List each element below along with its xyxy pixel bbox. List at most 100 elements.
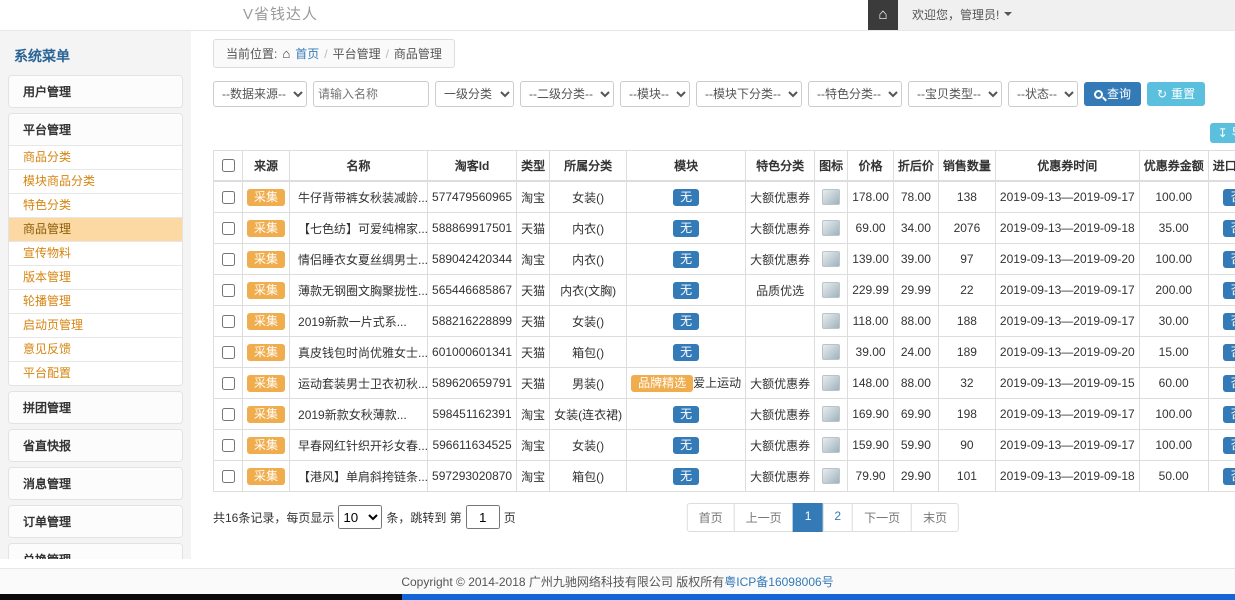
page-button[interactable]: 2 [822, 503, 853, 532]
import-select-toggle[interactable]: 否 [1223, 375, 1235, 392]
col-name: 名称 [290, 151, 428, 182]
icp-link[interactable]: 粤ICP备16098006号 [724, 575, 833, 589]
col-source: 来源 [243, 151, 290, 182]
item-type-filter[interactable]: --宝贝类型-- [908, 81, 1002, 107]
sidebar-sub-item[interactable]: 商品分类 [9, 145, 182, 169]
import-select-toggle[interactable]: 否 [1223, 189, 1235, 206]
product-image [822, 375, 840, 391]
row-checkbox[interactable] [222, 191, 235, 204]
page-button[interactable]: 1 [793, 503, 824, 532]
import-select-toggle[interactable]: 否 [1223, 468, 1235, 485]
row-checkbox[interactable] [222, 222, 235, 235]
table-row: 采集【港风】单肩斜挎链条...597293020870淘宝箱包()无大额优惠券7… [214, 461, 1235, 492]
page-button[interactable]: 末页 [911, 503, 959, 532]
source-badge: 采集 [247, 468, 285, 485]
sidebar-panel: 兑换管理 [8, 543, 183, 559]
sidebar-sub-item[interactable]: 宣传物料 [9, 241, 182, 265]
user-menu[interactable]: 欢迎您，管理员! [898, 0, 1235, 30]
reset-button[interactable]: ↻ 重置 [1147, 82, 1205, 106]
breadcrumb-separator: / [324, 47, 327, 61]
sidebar-sub-item[interactable]: 平台配置 [9, 361, 182, 385]
sidebar-group-item[interactable]: 订单管理 [9, 506, 182, 537]
sidebar-panel: 省直快报 [8, 429, 183, 462]
import-select-toggle[interactable]: 否 [1223, 282, 1235, 299]
sidebar-group-item[interactable]: 用户管理 [9, 76, 182, 107]
per-page-select[interactable]: 10 [338, 505, 382, 529]
module-badge: 品牌精选 [631, 375, 693, 392]
row-checkbox[interactable] [222, 439, 235, 452]
sidebar-sub-item[interactable]: 启动页管理 [9, 313, 182, 337]
cell-coupon_amount: 100.00 [1139, 399, 1208, 430]
import-select-toggle[interactable]: 否 [1223, 406, 1235, 423]
level2-category-filter[interactable]: --二级分类-- [520, 81, 614, 107]
page-button[interactable]: 下一页 [852, 503, 912, 532]
sidebar-group-item[interactable]: 平台管理 [9, 114, 182, 145]
cell-coupon_time: 2019-09-13—2019-09-17 [995, 181, 1139, 213]
import-select-toggle[interactable]: 否 [1223, 437, 1235, 454]
breadcrumb-home-link[interactable]: 首页 [295, 45, 319, 62]
cell-price: 178.00 [848, 181, 894, 213]
sidebar-sub-item[interactable]: 意见反馈 [9, 337, 182, 361]
row-checkbox[interactable] [222, 284, 235, 297]
col-discount: 折后价 [893, 151, 938, 182]
import-select-toggle[interactable]: 否 [1223, 313, 1235, 330]
import-select-toggle[interactable]: 否 [1223, 220, 1235, 237]
source-badge: 采集 [247, 282, 285, 299]
cell-category: 女装() [550, 430, 627, 461]
import-select-toggle[interactable]: 否 [1223, 251, 1235, 268]
cell-discount: 78.00 [893, 181, 938, 213]
cell-module: 无 [627, 430, 746, 461]
sidebar-group-item[interactable]: 兑换管理 [9, 544, 182, 559]
source-badge: 采集 [247, 189, 285, 206]
row-checkbox[interactable] [222, 470, 235, 483]
col-checkbox [214, 151, 243, 182]
select-all-checkbox[interactable] [222, 159, 235, 172]
level1-category-filter[interactable]: 一级分类 [435, 81, 514, 107]
row-checkbox[interactable] [222, 315, 235, 328]
sidebar-sub-item[interactable]: 版本管理 [9, 265, 182, 289]
filter-bar: --数据来源-- 一级分类--二级分类----模块----模块下分类----特色分… [213, 81, 1235, 107]
product-image [822, 251, 840, 267]
row-checkbox[interactable] [222, 346, 235, 359]
row-checkbox[interactable] [222, 253, 235, 266]
jump-page-input[interactable] [466, 505, 500, 529]
module-sub-filter[interactable]: --模块下分类-- [696, 81, 802, 107]
cell-category: 箱包() [550, 461, 627, 492]
cell-name: 真皮钱包时尚优雅女士... [290, 337, 428, 368]
sidebar-sub-item[interactable]: 商品管理 [9, 217, 182, 241]
page-button[interactable]: 上一页 [734, 503, 794, 532]
bottom-strip-right [402, 594, 1235, 600]
search-button[interactable]: 查询 [1084, 82, 1141, 106]
sidebar-group-item[interactable]: 省直快报 [9, 430, 182, 461]
import-excel-button[interactable]: ↧ 导入excel [1210, 123, 1235, 143]
col-coupon_amount: 优惠券金额 [1139, 151, 1208, 182]
feature-category-filter[interactable]: --特色分类-- [808, 81, 902, 107]
home-button[interactable]: ⌂ [868, 0, 898, 30]
summary-prefix: 共16条记录，每页显示 [213, 509, 334, 526]
search-button-label: 查询 [1107, 88, 1131, 100]
sidebar-group-item[interactable]: 消息管理 [9, 468, 182, 499]
cell-price: 39.00 [848, 337, 894, 368]
copyright-text: Copyright © 2014-2018 广州九驰网络科技有限公司 版权所有 [401, 575, 724, 589]
cell-price: 118.00 [848, 306, 894, 337]
data-source-filter[interactable]: --数据来源-- [213, 81, 307, 107]
module-badge: 无 [673, 189, 699, 206]
status-filter[interactable]: --状态-- [1008, 81, 1078, 107]
cell-feature: 大额优惠券 [746, 399, 815, 430]
cell-checkbox [214, 337, 243, 368]
source-badge: 采集 [247, 251, 285, 268]
row-checkbox[interactable] [222, 408, 235, 421]
page-button[interactable]: 首页 [687, 503, 735, 532]
name-filter-input[interactable] [313, 81, 429, 107]
import-select-toggle[interactable]: 否 [1223, 344, 1235, 361]
breadcrumb-item: 平台管理 [333, 45, 381, 62]
module-filter[interactable]: --模块-- [620, 81, 690, 107]
cell-category: 内衣() [550, 244, 627, 275]
sidebar-sub-item[interactable]: 特色分类 [9, 193, 182, 217]
table-row: 采集2019新款一片式系...588216228899天猫女装()无118.00… [214, 306, 1235, 337]
sidebar-sub-item[interactable]: 轮播管理 [9, 289, 182, 313]
sidebar-group-item[interactable]: 拼团管理 [9, 392, 182, 423]
row-checkbox[interactable] [222, 377, 235, 390]
sidebar-sub-item[interactable]: 模块商品分类 [9, 169, 182, 193]
cell-module: 无 [627, 306, 746, 337]
